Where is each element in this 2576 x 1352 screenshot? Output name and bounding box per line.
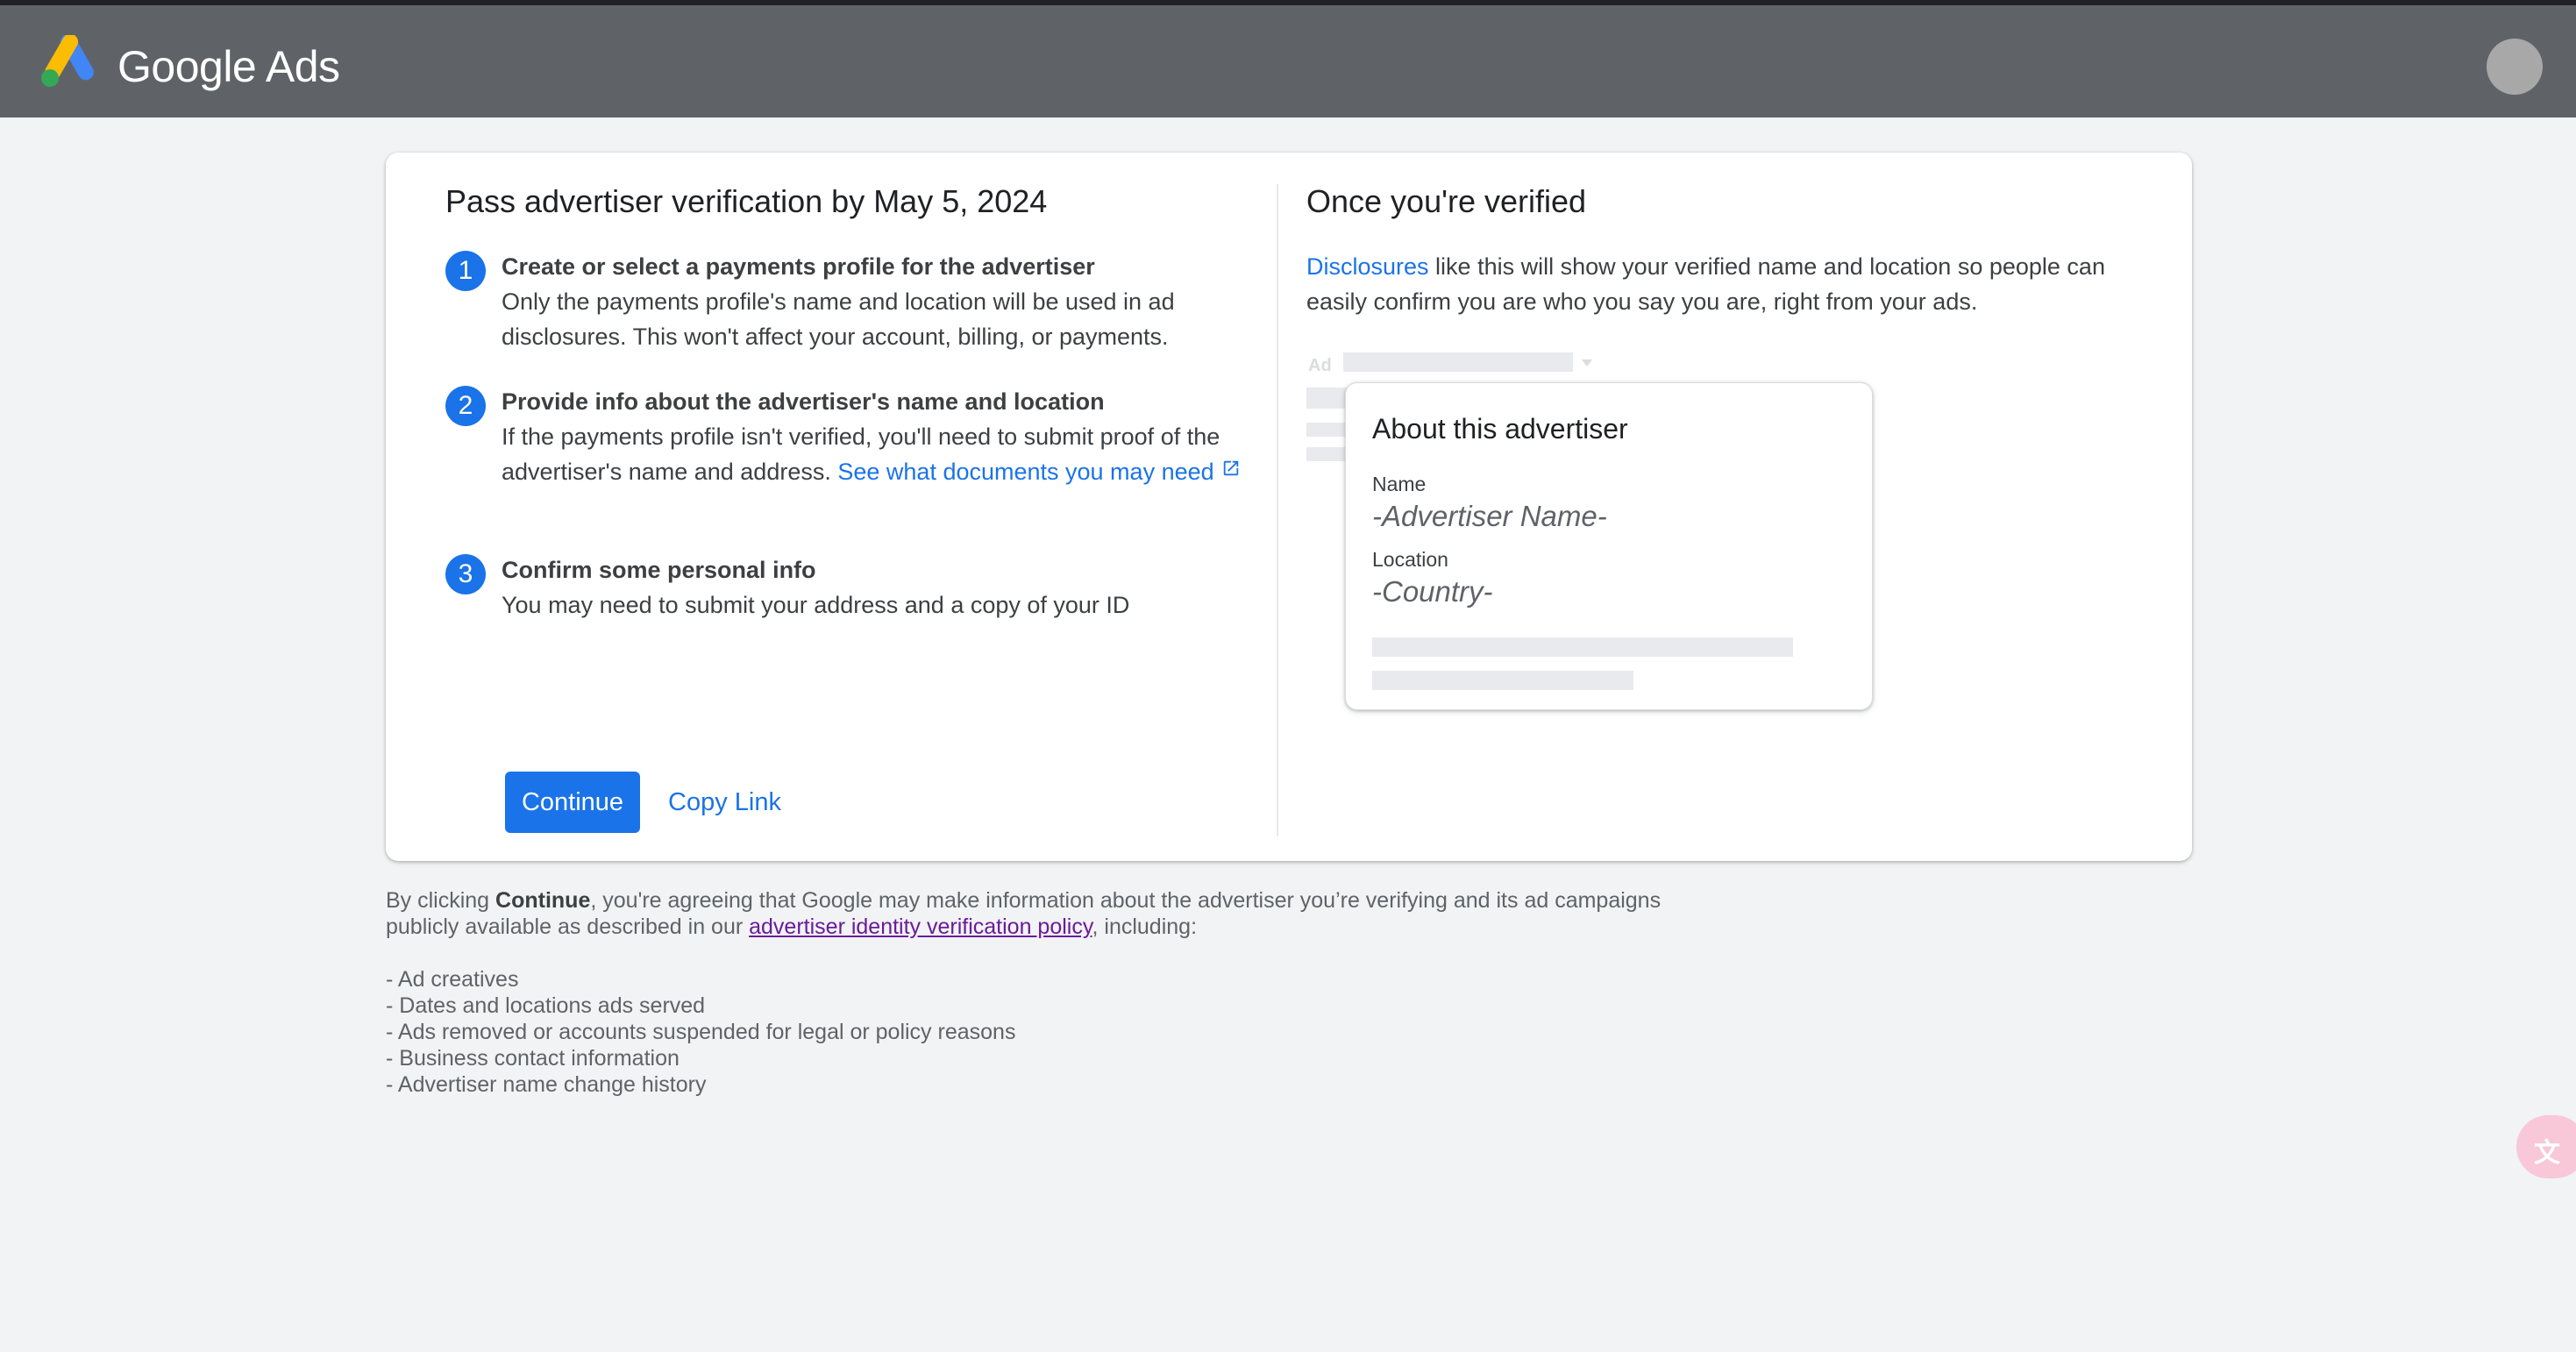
copy-link-button[interactable]: Copy Link (665, 772, 785, 833)
verification-deadline-title: Pass advertiser verification by May 5, 2… (445, 183, 1048, 219)
account-avatar[interactable] (2487, 39, 2543, 95)
see-documents-link[interactable]: See what documents you may need (837, 459, 1240, 485)
verification-card: Pass advertiser verification by May 5, 2… (386, 153, 2192, 861)
google-ads-logo-icon[interactable] (40, 35, 96, 88)
caret-down-icon (1582, 359, 1592, 366)
list-item: - Ad creatives (386, 967, 519, 992)
continue-button[interactable]: Continue (505, 772, 640, 833)
ad-text-placeholder (1306, 447, 1347, 461)
ad-url-placeholder (1343, 352, 1573, 372)
list-item: - Dates and locations ads served (386, 993, 706, 1018)
list-item: - Advertiser name change history (386, 1072, 707, 1097)
consent-notice: By clicking Continue, you're agreeing th… (386, 888, 1662, 939)
step-title: Create or select a payments profile for … (502, 253, 1095, 280)
once-verified-title: Once you're verified (1306, 183, 1587, 219)
name-label: Name (1372, 473, 1427, 495)
brand-name: Google Ads (117, 42, 340, 91)
translate-extension-button[interactable]: 文 (2516, 1115, 2576, 1178)
step-title: Confirm some personal info (502, 557, 816, 583)
step-description: You may need to submit your address and … (502, 592, 1130, 618)
ad-text-placeholder (1306, 423, 1347, 437)
text-placeholder-bar (1372, 637, 1793, 657)
step-number-badge: 1 (445, 251, 486, 291)
step-title: Provide info about the advertiser's name… (502, 388, 1105, 415)
step-number-badge: 3 (445, 554, 486, 594)
open-in-new-icon (1223, 460, 1238, 476)
advertiser-name-value: -Advertiser Name- (1372, 500, 1607, 532)
translate-icon: 文 (2534, 1139, 2560, 1168)
country-value: -Country- (1372, 575, 1493, 608)
top-bar: Google Ads (0, 0, 2576, 117)
ad-label: Ad (1308, 356, 1332, 375)
disclosures-link[interactable]: Disclosures (1306, 253, 1429, 280)
list-item: - Business contact information (386, 1046, 680, 1071)
disclosed-info-list: - Ad creatives - Dates and locations ads… (386, 966, 1015, 1098)
about-advertiser-title: About this advertiser (1372, 413, 1628, 445)
step-number-badge: 2 (445, 386, 486, 426)
verification-policy-link[interactable]: advertiser identity verification policy (749, 914, 1092, 939)
location-label: Location (1372, 548, 1448, 571)
ad-headline-placeholder (1306, 388, 1347, 409)
text-placeholder-bar (1372, 671, 1633, 690)
disclosures-description: Disclosures like this will show your ver… (1306, 249, 2131, 319)
list-item: - Ads removed or accounts suspended for … (386, 1020, 1016, 1044)
about-advertiser-card: About this advertiser Name -Advertiser N… (1345, 382, 1873, 710)
panel-divider (1277, 184, 1278, 836)
continue-emphasis: Continue (495, 888, 591, 913)
step-description: If the payments profile isn't verified, … (502, 419, 1256, 489)
step-description: Only the payments profile's name and loc… (502, 288, 1175, 350)
